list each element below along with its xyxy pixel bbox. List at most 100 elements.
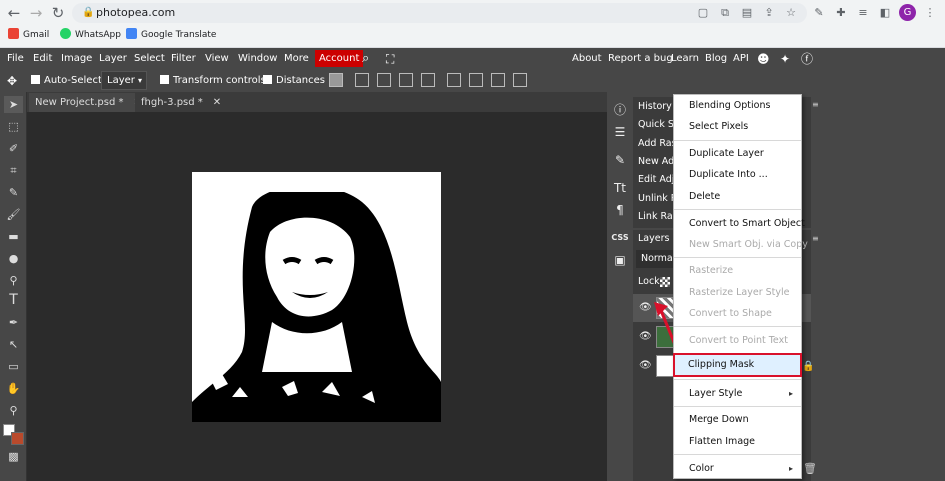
brush-tool-icon[interactable]: 🖌: [4, 206, 23, 223]
open-in-icon[interactable]: ⧉: [717, 5, 733, 21]
lasso-tool-icon[interactable]: ✐: [4, 140, 23, 157]
align-top-icon[interactable]: [447, 73, 461, 87]
pen-tool-icon[interactable]: ✒: [4, 314, 23, 331]
link-learn[interactable]: Learn: [671, 48, 699, 70]
align-left-icon[interactable]: [355, 73, 369, 87]
auto-select-checkbox[interactable]: Auto-Select: [31, 70, 102, 92]
reload-icon[interactable]: ↻: [49, 4, 67, 22]
zoom-tool-icon[interactable]: ⚲: [4, 402, 23, 419]
tab-fhgh-3[interactable]: fhgh-3.psd * ✕: [135, 93, 228, 112]
menu-item-blending-options[interactable]: Blending Options: [674, 96, 801, 116]
menu-view[interactable]: View: [205, 48, 229, 70]
menu-item-select-pixels[interactable]: Select Pixels: [674, 117, 801, 137]
menu-select[interactable]: Select: [134, 48, 165, 70]
transform-controls-checkbox[interactable]: Transform controls: [160, 70, 266, 92]
align-hcenter-icon[interactable]: [377, 73, 391, 87]
panel-menu-icon[interactable]: ≡: [812, 100, 820, 109]
menu-item-duplicate-into[interactable]: Duplicate Into ...: [674, 165, 801, 185]
path-select-tool-icon[interactable]: ↖: [4, 336, 23, 353]
search-icon[interactable]: ⌕: [362, 48, 369, 70]
bookmark-google-translate[interactable]: Google Translate: [126, 28, 216, 42]
hand-tool-icon[interactable]: ✋: [4, 380, 23, 397]
kebab-menu-icon[interactable]: ⋮: [922, 5, 938, 21]
portrait-image: [192, 172, 441, 422]
page-icon[interactable]: ▤: [739, 5, 755, 21]
menu-filter[interactable]: Filter: [171, 48, 196, 70]
menu-item-duplicate-layer[interactable]: Duplicate Layer: [674, 144, 801, 164]
background-color-swatch[interactable]: [11, 432, 24, 445]
history-item[interactable]: Unlink R: [638, 190, 677, 208]
tab-new-project[interactable]: New Project.psd *✕: [29, 93, 148, 112]
align-bottom-icon[interactable]: [491, 73, 505, 87]
blur-tool-icon[interactable]: ●: [4, 250, 23, 267]
fullscreen-icon[interactable]: ⛶: [386, 48, 394, 70]
close-icon[interactable]: ✕: [213, 97, 221, 108]
menu-window[interactable]: Window: [238, 48, 277, 70]
history-item[interactable]: New Adj: [638, 153, 677, 171]
share-icon[interactable]: ⇪: [761, 5, 777, 21]
menu-item-flatten-image[interactable]: Flatten Image: [674, 432, 801, 452]
distances-checkbox[interactable]: Distances: [263, 70, 325, 92]
bookmark-gmail[interactable]: Gmail: [8, 28, 49, 42]
menu-item-delete[interactable]: Delete: [674, 187, 801, 207]
distribute-h-icon[interactable]: [421, 73, 435, 87]
properties-icon[interactable]: ☰: [609, 122, 631, 142]
menu-file[interactable]: File: [7, 48, 24, 70]
download-icon[interactable]: [329, 73, 343, 87]
facebook-icon[interactable]: ⓕ: [801, 48, 813, 70]
link-blog[interactable]: Blog: [705, 48, 727, 70]
bookmark-whatsapp[interactable]: WhatsApp: [60, 28, 121, 42]
link-api[interactable]: API: [733, 48, 749, 70]
history-title[interactable]: History: [638, 98, 672, 116]
document-canvas[interactable]: [192, 172, 441, 422]
menu-separator: [674, 326, 801, 327]
link-report-bug[interactable]: Report a bug: [608, 48, 673, 70]
screenshot-icon[interactable]: ▢: [695, 5, 711, 21]
menu-item-layer-style[interactable]: Layer Style ▸: [674, 384, 801, 404]
align-right-icon[interactable]: [399, 73, 413, 87]
character-icon[interactable]: Tt: [609, 178, 631, 198]
quick-mask-icon[interactable]: ▩: [4, 448, 23, 465]
trash-icon[interactable]: 🗑: [803, 462, 817, 475]
move-tool-icon[interactable]: ➤: [4, 96, 23, 113]
star-icon[interactable]: ☆: [783, 5, 799, 21]
lock-transparency-icon[interactable]: [660, 277, 670, 287]
back-icon[interactable]: ←: [5, 4, 23, 22]
shape-tool-icon[interactable]: ▭: [4, 358, 23, 375]
extensions-icon[interactable]: ✚: [833, 5, 849, 21]
crop-tool-icon[interactable]: ⌗: [4, 162, 23, 179]
reddit-icon[interactable]: ☻: [757, 48, 770, 70]
distribute-v-icon[interactable]: [513, 73, 527, 87]
spot-heal-tool-icon[interactable]: ✎: [4, 184, 23, 201]
info-icon[interactable]: ⓘ: [609, 100, 631, 120]
menu-layer[interactable]: Layer: [99, 48, 127, 70]
account-button[interactable]: Account: [315, 50, 364, 67]
menu-item-convert-smart-object[interactable]: Convert to Smart Object: [674, 214, 805, 234]
layers-title[interactable]: Layers: [638, 230, 669, 248]
eyedropper-icon[interactable]: ✎: [811, 5, 827, 21]
menu-item-color[interactable]: Color ▸: [674, 459, 801, 479]
media-icon[interactable]: ≡: [855, 5, 871, 21]
sidepanel-icon[interactable]: ◧: [877, 5, 893, 21]
marquee-tool-icon[interactable]: ⬚: [4, 118, 23, 135]
avatar[interactable]: G: [899, 4, 916, 21]
dodge-tool-icon[interactable]: ⚲: [4, 272, 23, 289]
layer-group-select[interactable]: Layer ▾: [101, 71, 147, 90]
menu-item-clipping-mask[interactable]: Clipping Mask: [673, 353, 802, 377]
paragraph-icon[interactable]: ¶: [609, 200, 631, 220]
menu-edit[interactable]: Edit: [33, 48, 52, 70]
brush-presets-icon[interactable]: ✎: [609, 150, 631, 170]
menu-image[interactable]: Image: [61, 48, 92, 70]
type-tool-icon[interactable]: T: [4, 292, 23, 309]
gradient-tool-icon[interactable]: ▬: [4, 228, 23, 245]
menu-item-merge-down[interactable]: Merge Down: [674, 410, 801, 430]
image-icon[interactable]: ▣: [609, 250, 631, 270]
align-vcenter-icon[interactable]: [469, 73, 483, 87]
twitter-icon[interactable]: ✦: [780, 48, 790, 70]
css-icon[interactable]: CSS: [609, 228, 631, 248]
panel-menu-icon[interactable]: ≡: [812, 234, 820, 243]
link-about[interactable]: About: [572, 48, 602, 70]
forward-icon[interactable]: →: [27, 4, 45, 22]
translate-icon: [126, 28, 137, 39]
menu-more[interactable]: More: [284, 48, 309, 70]
